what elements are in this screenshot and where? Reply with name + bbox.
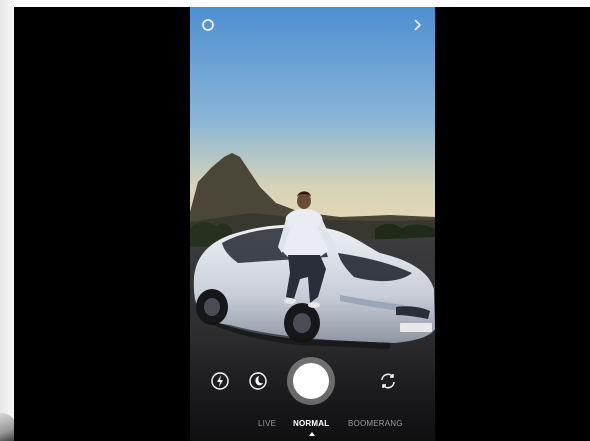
circle-settings-icon xyxy=(202,19,214,31)
chevron-right-icon xyxy=(414,19,422,31)
mode-normal[interactable]: NORMAL xyxy=(293,419,329,428)
next-button[interactable] xyxy=(408,15,426,35)
shutter-button[interactable] xyxy=(287,357,335,405)
mode-indicator xyxy=(309,432,315,436)
flash-button[interactable] xyxy=(208,369,232,393)
night-mode-button[interactable] xyxy=(246,369,270,393)
video-frame: LIVE NORMAL BOOMERANG xyxy=(14,7,590,441)
flash-icon xyxy=(211,372,229,390)
page-edge xyxy=(0,0,14,441)
shutter-inner xyxy=(293,363,329,399)
settings-button[interactable] xyxy=(199,16,217,34)
camera-screen: LIVE NORMAL BOOMERANG xyxy=(190,7,435,441)
mode-live[interactable]: LIVE xyxy=(258,419,276,428)
moon-icon xyxy=(249,372,267,390)
flip-camera-icon xyxy=(381,373,395,389)
mode-boomerang[interactable]: BOOMERANG xyxy=(348,419,403,428)
flip-camera-button[interactable] xyxy=(376,369,400,393)
